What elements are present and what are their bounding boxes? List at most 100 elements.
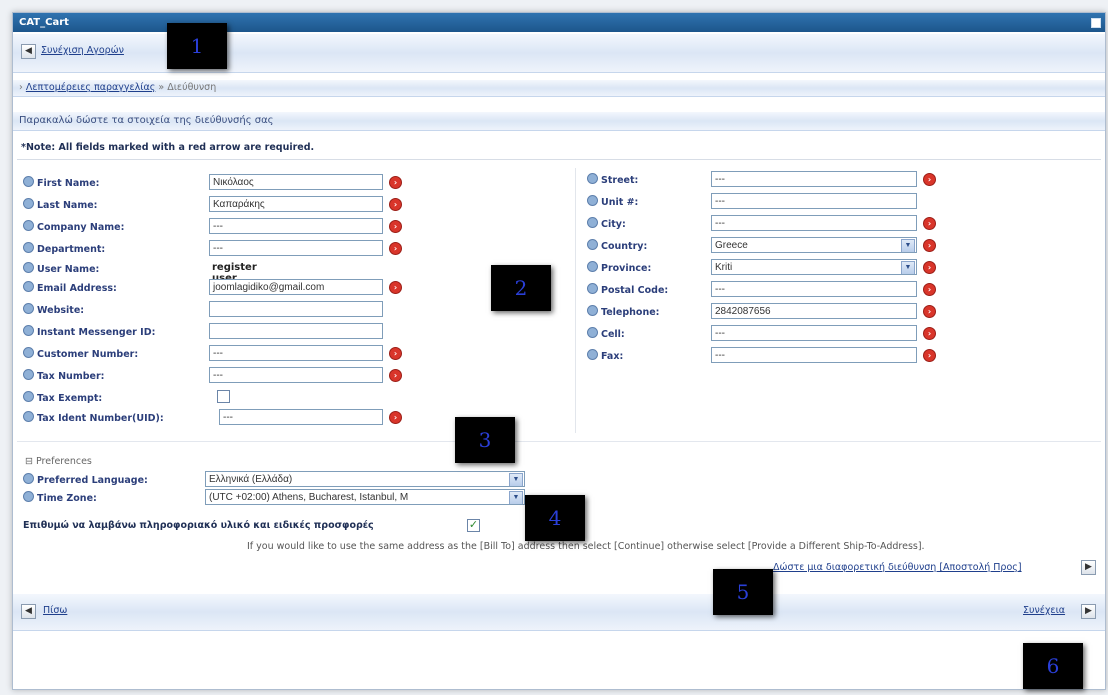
street-label: Street:	[587, 173, 638, 186]
customer-number-input[interactable]: ---	[209, 345, 383, 361]
timezone-label: Time Zone:	[23, 491, 97, 504]
required-arrow-icon: ›	[389, 281, 402, 294]
department-input[interactable]: ---	[209, 240, 383, 256]
email-input[interactable]: joomlagidiko@gmail.com	[209, 279, 383, 295]
maximize-icon[interactable]	[1091, 18, 1101, 28]
help-icon	[587, 239, 598, 250]
city-label: City:	[587, 217, 626, 230]
back-link[interactable]: Πίσω	[43, 605, 67, 616]
required-note: *Note: All fields marked with a red arro…	[21, 142, 315, 153]
section-header: Παρακαλώ δώστε τα στοιχεία της διεύθυνσή…	[19, 115, 274, 126]
postal-code-input[interactable]: ---	[711, 281, 917, 297]
help-icon	[587, 173, 598, 184]
help-icon	[587, 327, 598, 338]
tax-number-label: Tax Number:	[23, 369, 104, 382]
help-icon	[23, 281, 34, 292]
help-icon	[23, 220, 34, 231]
language-select[interactable]: Ελληνικά (Ελλάδα) ▼	[205, 471, 525, 487]
cell-input[interactable]: ---	[711, 325, 917, 341]
breadcrumb-current: Διεύθυνση	[167, 82, 217, 93]
website-label: Website:	[23, 303, 84, 316]
help-icon	[587, 217, 598, 228]
help-icon	[23, 473, 34, 484]
required-arrow-icon: ›	[923, 239, 936, 252]
fax-input[interactable]: ---	[711, 347, 917, 363]
preferences-toggle[interactable]: ⊟ Preferences	[25, 456, 92, 467]
timezone-select[interactable]: (UTC +02:00) Athens, Bucharest, Istanbul…	[205, 489, 525, 505]
customer-number-label: Customer Number:	[23, 347, 138, 360]
different-address-arrow-icon[interactable]: ▶	[1081, 560, 1096, 575]
province-select[interactable]: Kriti ▼	[711, 259, 917, 275]
help-icon	[23, 176, 34, 187]
newsletter-label: Επιθυμώ να λαμβάνω πληροφοριακό υλικό κα…	[23, 520, 374, 531]
unit-input[interactable]: ---	[711, 193, 917, 209]
help-icon	[23, 391, 34, 402]
section-header-bar: Παρακαλώ δώστε τα στοιχεία της διεύθυνσή…	[13, 111, 1105, 131]
back-arrow-icon[interactable]: ◀	[21, 604, 36, 619]
different-address-link[interactable]: Δώστε μια διαφορετική διεύθυνση [Αποστολ…	[773, 562, 1022, 573]
breadcrumb: › Λεπτομέρειες παραγγελίας » Διεύθυνση	[19, 82, 217, 93]
required-arrow-icon: ›	[389, 369, 402, 382]
website-input[interactable]	[209, 301, 383, 317]
marker-2: 2	[491, 265, 551, 311]
chevron-down-icon[interactable]: ▼	[509, 491, 523, 504]
messenger-input[interactable]	[209, 323, 383, 339]
first-name-label: First Name:	[23, 176, 99, 189]
marker-3: 3	[455, 417, 515, 463]
ship-to-info-text: If you would like to use the same addres…	[247, 541, 925, 552]
fax-label: Fax:	[587, 349, 623, 362]
breadcrumb-separator: »	[158, 82, 165, 93]
window-title: CAT_Cart	[19, 17, 69, 28]
unit-label: Unit #:	[587, 195, 638, 208]
required-arrow-icon: ›	[389, 242, 402, 255]
chevron-down-icon[interactable]: ▼	[901, 239, 915, 252]
tax-exempt-label: Tax Exempt:	[23, 391, 102, 404]
telephone-input[interactable]: 2842087656	[711, 303, 917, 319]
continue-shopping-link[interactable]: Συνέχιση Αγορών	[41, 45, 124, 56]
required-arrow-icon: ›	[923, 349, 936, 362]
divider	[17, 159, 1101, 160]
required-arrow-icon: ›	[389, 176, 402, 189]
required-arrow-icon: ›	[923, 173, 936, 186]
street-input[interactable]: ---	[711, 171, 917, 187]
city-input[interactable]: ---	[711, 215, 917, 231]
help-icon	[23, 242, 34, 253]
required-arrow-icon: ›	[923, 217, 936, 230]
marker-1: 1	[167, 23, 227, 69]
collapse-icon[interactable]: ⊟	[25, 456, 33, 467]
chevron-down-icon[interactable]: ▼	[901, 261, 915, 274]
last-name-input[interactable]: Καπαράκης	[209, 196, 383, 212]
divider	[17, 441, 1101, 442]
required-arrow-icon: ›	[389, 347, 402, 360]
marker-5: 5	[713, 569, 773, 615]
last-name-label: Last Name:	[23, 198, 97, 211]
cart-window: CAT_Cart ◀ Συνέχιση Αγορών › Λεπτομέρειε…	[12, 12, 1106, 690]
country-select[interactable]: Greece ▼	[711, 237, 917, 253]
email-label: Email Address:	[23, 281, 117, 294]
user-name-label: User Name:	[23, 262, 99, 275]
province-label: Province:	[587, 261, 651, 274]
company-name-input[interactable]: ---	[209, 218, 383, 234]
help-icon	[587, 305, 598, 316]
tax-number-input[interactable]: ---	[209, 367, 383, 383]
postal-code-label: Postal Code:	[587, 283, 668, 296]
newsletter-checkbox[interactable]: ✓	[467, 519, 480, 532]
help-icon	[23, 369, 34, 380]
first-name-input[interactable]: Νικόλαος	[209, 174, 383, 190]
breadcrumb-order-details-link[interactable]: Λεπτομέρειες παραγγελίας	[26, 82, 156, 93]
cell-label: Cell:	[587, 327, 625, 340]
required-arrow-icon: ›	[923, 261, 936, 274]
next-arrow-icon[interactable]: ▶	[1081, 604, 1096, 619]
back-arrow-icon[interactable]: ◀	[21, 44, 36, 59]
required-arrow-icon: ›	[389, 220, 402, 233]
tax-ident-label: Tax Ident Number(UID):	[23, 411, 164, 424]
tax-ident-input[interactable]: ---	[219, 409, 383, 425]
bottom-nav-bar: ◀ Πίσω Συνέχεια ▶	[13, 593, 1105, 631]
help-icon	[23, 347, 34, 358]
country-label: Country:	[587, 239, 647, 252]
tax-exempt-checkbox[interactable]	[217, 390, 230, 403]
continue-link[interactable]: Συνέχεια	[1023, 605, 1065, 616]
chevron-down-icon[interactable]: ▼	[509, 473, 523, 486]
language-label: Preferred Language:	[23, 473, 148, 486]
required-arrow-icon: ›	[923, 283, 936, 296]
